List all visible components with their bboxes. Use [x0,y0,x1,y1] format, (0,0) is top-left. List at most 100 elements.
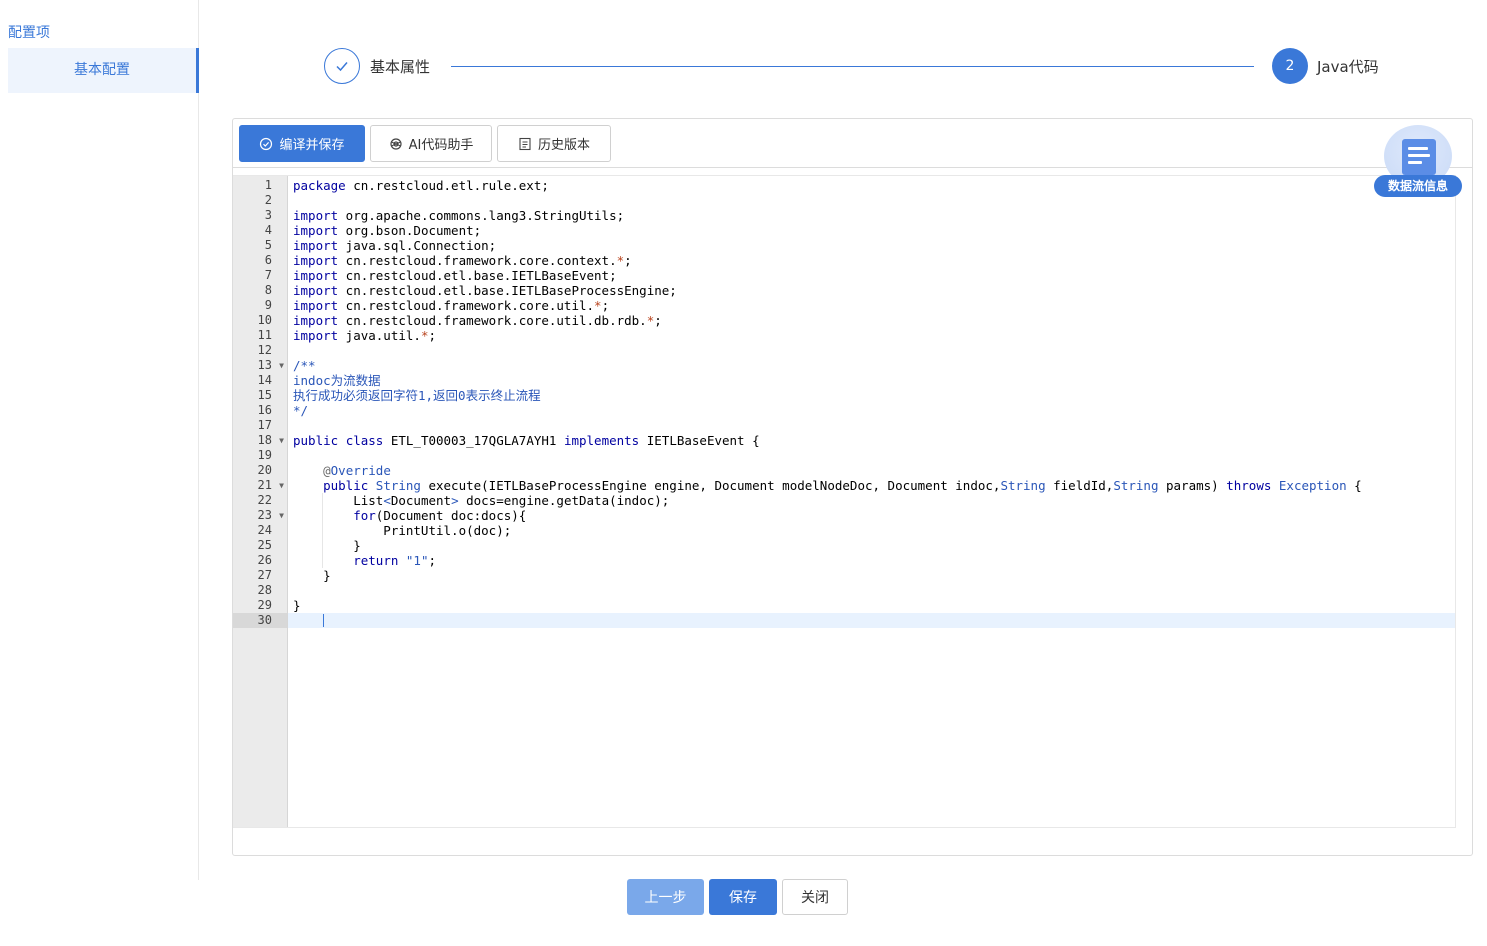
code-line-text: @Override [323,463,391,478]
line-number-text: 6 [264,253,272,267]
line-number: 17 [233,418,287,433]
fold-toggle-icon[interactable]: ▼ [279,478,284,493]
line-number: 10 [233,313,287,328]
code-line: PrintUtil.o(doc); [288,523,1455,538]
line-number: 6 [233,253,287,268]
code-line: } [288,598,1455,613]
editor-toolbar: 编译并保存 AI代码助手 历史版本 [233,119,1472,168]
line-number: 24 [233,523,287,538]
fold-toggle-icon[interactable]: ▼ [279,358,284,373]
check-circle-icon [259,137,273,151]
line-number: 14 [233,373,287,388]
line-number-text: 19 [257,448,272,462]
line-number: 27 [233,568,287,583]
indent-guide [322,493,323,568]
previous-step-button[interactable]: 上一步 [627,879,704,915]
code-line-text: import cn.restcloud.framework.core.util.… [293,298,610,313]
code-line-text: indoc为流数据 [293,373,381,388]
code-line-text: public String execute(IETLBaseProcessEng… [323,478,1362,493]
code-line-text: public class ETL_T00003_17QGLA7AYH1 impl… [293,433,760,448]
check-icon [336,62,348,72]
line-number: 30 [233,613,287,628]
line-number: 23 ▼ [233,508,287,523]
save-button[interactable]: 保存 [709,879,777,915]
code-line: import cn.restcloud.framework.core.util.… [288,313,1455,328]
step-2-label: Java代码 [1317,58,1379,76]
ai-assistant-button[interactable]: AI代码助手 [370,125,492,162]
line-number-text: 7 [264,268,272,282]
line-number: 1 [233,178,287,193]
line-number: 7 [233,268,287,283]
code-line: import java.sql.Connection; [288,238,1455,253]
line-number: 25 [233,538,287,553]
code-line-text: package cn.restcloud.etl.rule.ext; [293,178,549,193]
code-line: return "1"; [288,553,1455,568]
history-document-icon [518,137,532,151]
line-number-text: 4 [264,223,272,237]
sidebar-item-basic-config[interactable]: 基本配置 [8,48,199,93]
code-line: import cn.restcloud.framework.core.conte… [288,253,1455,268]
step-indicator: 基本属性 2 Java代码 [324,48,1394,84]
code-line-text: 执行成功必须返回字符1,返回0表示终止流程 [293,388,541,403]
line-number: 26 [233,553,287,568]
dataflow-info-badge[interactable]: 数据流信息 [1374,123,1462,197]
code-line: for(Document doc:docs){ [288,508,1455,523]
code-editor[interactable]: 1 2 3 4 5 6 7 8 9 10 11 12 13 ▼ 14 15 16 17 18 ▼ 19 20 21 ▼ 22 23… [233,175,1456,828]
code-line: public class ETL_T00003_17QGLA7AYH1 impl… [288,433,1455,448]
line-number-text: 5 [264,238,272,252]
line-number: 4 [233,223,287,238]
history-version-label: 历史版本 [537,138,590,153]
line-number-text: 13 [257,358,272,372]
code-line-text: import org.bson.Document; [293,223,482,238]
code-line-text: import cn.restcloud.framework.core.util.… [293,313,662,328]
code-line: public String execute(IETLBaseProcessEng… [288,478,1455,493]
line-number: 2 [233,193,287,208]
line-number-text: 27 [257,568,272,582]
fold-toggle-icon[interactable]: ▼ [279,433,284,448]
line-number: 11 [233,328,287,343]
line-number: 13 ▼ [233,358,287,373]
step-1-circle[interactable] [324,48,360,84]
code-line: import cn.restcloud.framework.core.util.… [288,298,1455,313]
code-line: /** [288,358,1455,373]
code-line: package cn.restcloud.etl.rule.ext; [288,178,1455,193]
code-line-text: } [293,568,331,583]
close-button[interactable]: 关闭 [782,879,848,915]
code-line: import org.apache.commons.lang3.StringUt… [288,208,1455,223]
line-number: 19 [233,448,287,463]
line-number-text: 18 [257,433,272,447]
line-number-text: 12 [257,343,272,357]
line-number-text: 8 [264,283,272,297]
line-number-gutter: 1 2 3 4 5 6 7 8 9 10 11 12 13 ▼ 14 15 16 17 18 ▼ 19 20 21 ▼ 22 23… [233,176,288,827]
line-number: 16 [233,403,287,418]
line-number-text: 14 [257,373,272,387]
dataflow-info-label: 数据流信息 [1374,175,1462,197]
code-line-text: for(Document doc:docs){ [353,508,527,523]
code-line: import cn.restcloud.etl.base.IETLBasePro… [288,283,1455,298]
history-version-button[interactable]: 历史版本 [497,125,611,162]
line-number-text: 29 [257,598,272,612]
compile-save-button[interactable]: 编译并保存 [239,125,365,162]
line-number: 5 [233,238,287,253]
code-line-text: } [293,598,301,613]
code-line [288,613,1455,628]
code-line: import cn.restcloud.etl.base.IETLBaseEve… [288,268,1455,283]
code-line: */ [288,403,1455,418]
line-number: 15 [233,388,287,403]
fold-toggle-icon[interactable]: ▼ [279,508,284,523]
code-line-text: return "1"; [353,553,437,568]
code-line-text: import cn.restcloud.etl.base.IETLBasePro… [293,283,677,298]
code-text-area[interactable]: package cn.restcloud.etl.rule.ext; import… [288,176,1455,827]
code-line-text: */ [293,403,309,418]
line-number: 28 [233,583,287,598]
step-connector [451,66,1254,67]
compile-save-label: 编译并保存 [279,138,345,153]
line-number: 3 [233,208,287,223]
line-number: 29 [233,598,287,613]
code-panel: 编译并保存 AI代码助手 历史版本 数据流信息 1 2 3 4 5 6 7 8 9 10 11 12 1… [232,118,1473,856]
step-2-circle[interactable]: 2 [1272,48,1308,84]
